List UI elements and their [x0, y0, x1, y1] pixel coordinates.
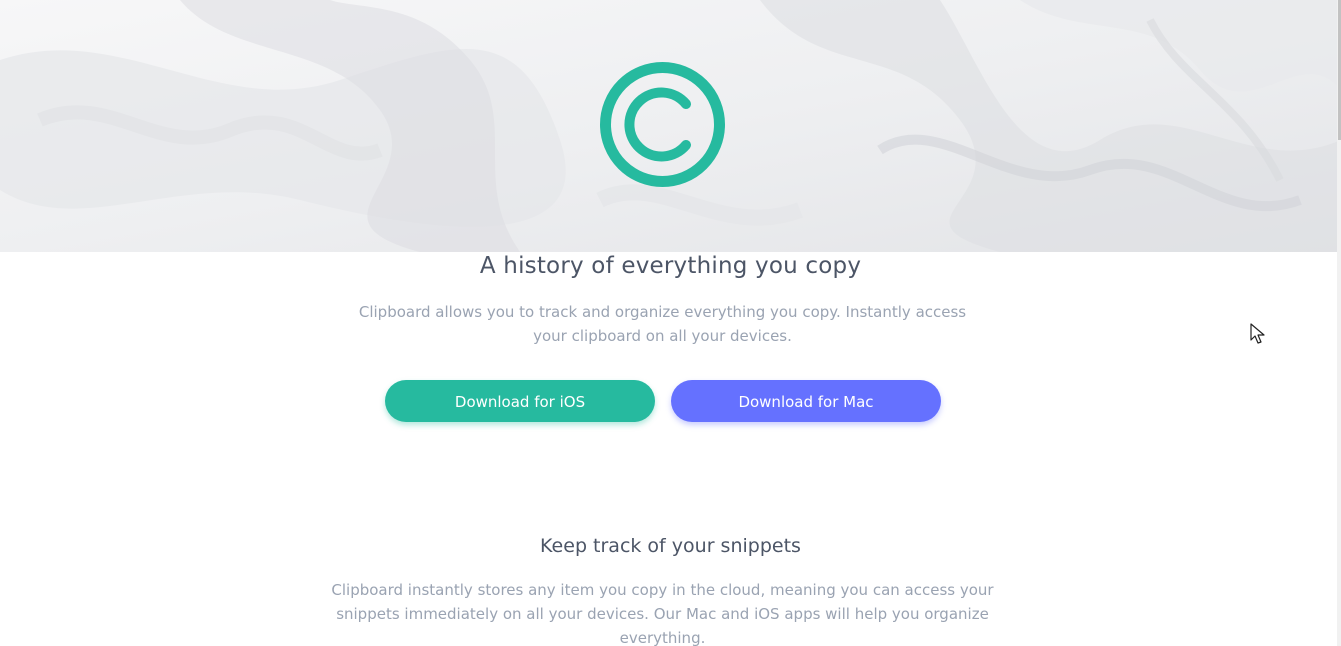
page-headline: A history of everything you copy: [479, 253, 862, 279]
scrollbar[interactable]: [1337, 0, 1341, 646]
copyright-c-logo-icon: [599, 61, 726, 188]
feature-text: Clipboard instantly stores any item you …: [331, 581, 994, 646]
download-mac-button[interactable]: Download for Mac: [671, 380, 941, 422]
mouse-cursor-icon: [1250, 323, 1266, 345]
intro-text: Clipboard allows you to track and organi…: [358, 303, 967, 345]
feature-title: Keep track of your snippets: [540, 535, 801, 557]
landing-page: A history of everything you copy Clipboa…: [0, 0, 1341, 646]
download-ios-button[interactable]: Download for iOS: [385, 380, 655, 422]
